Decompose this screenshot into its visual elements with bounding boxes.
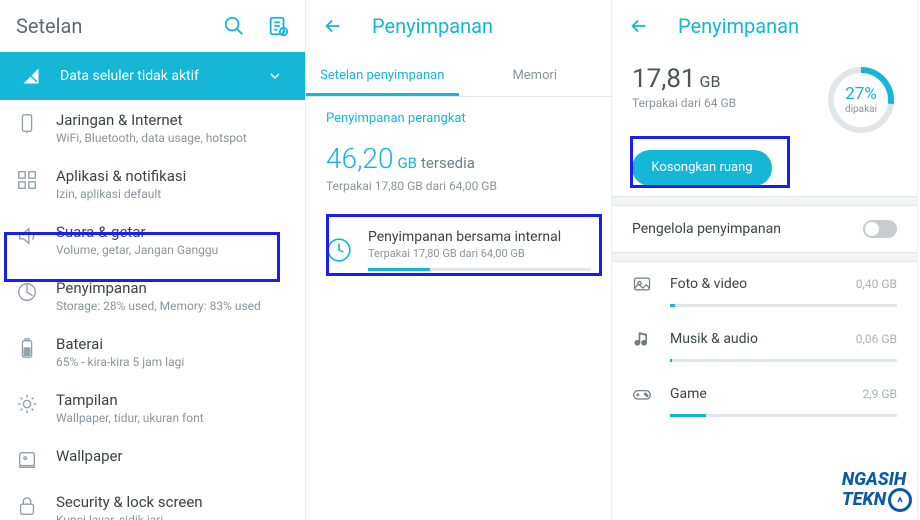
network-icon: [16, 113, 38, 135]
item-sound[interactable]: Suara & getarVolume, getar, Jangan Gangg…: [0, 212, 305, 268]
cat-music[interactable]: Musik & audio 0,06 GB: [612, 317, 917, 351]
music-icon: [632, 329, 652, 349]
section-device-storage: Penyimpanan perangkat: [306, 97, 611, 134]
tab-memory[interactable]: Memori: [459, 58, 612, 96]
page-title: Penyimpanan: [372, 14, 595, 38]
tabs: Setelan penyimpanan Memori: [306, 52, 611, 97]
ring-label: dipakai: [825, 104, 897, 115]
divider: [612, 252, 917, 262]
divider: [612, 196, 917, 206]
cat-game[interactable]: Game 2,9 GB: [612, 372, 917, 406]
storage-summary: 17,81 GB Terpakai dari 64 GB 27% dipakai: [612, 52, 917, 140]
cat-photo[interactable]: Foto & video 0,40 GB: [612, 262, 917, 296]
item-wallpaper[interactable]: Wallpaper: [0, 436, 305, 482]
free-subtitle: Terpakai 17,80 GB dari 64,00 GB: [326, 179, 591, 193]
storage-manager-row[interactable]: Pengelola penyimpanan: [612, 206, 917, 252]
data-banner[interactable]: Data seluler tidak aktif: [0, 52, 305, 100]
internal-sub: Terpakai 17,80 GB dari 64,00 GB: [368, 247, 591, 260]
header: Penyimpanan: [306, 0, 611, 52]
header-actions: [223, 15, 289, 37]
used-number: 17,81: [632, 64, 696, 94]
banner-text: Data seluler tidak aktif: [60, 68, 267, 84]
storage-detail-panel: Penyimpanan 17,81 GB Terpakai dari 64 GB…: [612, 0, 918, 520]
settings-panel: Setelan Data seluler tidak aktif Jaringa…: [0, 0, 306, 520]
item-battery[interactable]: Baterai65% - kira-kira 5 jam lagi: [0, 324, 305, 380]
cat-game-bar: [670, 414, 897, 417]
cat-photo-bar: [670, 304, 897, 307]
checklist-icon[interactable]: [267, 15, 289, 37]
item-display[interactable]: TampilanWallpaper, tidur, ukuran font: [0, 380, 305, 436]
photo-icon: [632, 274, 652, 294]
page-title: Penyimpanan: [678, 14, 901, 38]
storage-panel: Penyimpanan Setelan penyimpanan Memori P…: [306, 0, 612, 520]
storage-icon: [16, 281, 38, 303]
internal-title: Penyimpanan bersama internal: [368, 229, 591, 245]
lock-icon: [16, 495, 38, 517]
wallpaper-icon: [16, 449, 38, 471]
item-network[interactable]: Jaringan & InternetWiFi, Bluetooth, data…: [0, 100, 305, 156]
tab-storage-settings[interactable]: Setelan penyimpanan: [306, 58, 459, 96]
used-sub: Terpakai dari 64 GB: [632, 96, 825, 110]
item-security[interactable]: Security & lock screenKunci layar, sidik…: [0, 482, 305, 520]
storage-progress: [368, 268, 591, 271]
back-icon[interactable]: [628, 15, 650, 37]
sound-icon: [16, 225, 38, 247]
usage-ring: 27% dipakai: [825, 64, 897, 136]
free-number: 46,20: [326, 142, 394, 175]
clock-icon: [326, 237, 352, 263]
internal-storage-row[interactable]: Penyimpanan bersama internal Terpakai 17…: [306, 219, 611, 281]
header: Setelan: [0, 0, 305, 52]
item-storage[interactable]: PenyimpananStorage: 28% used, Memory: 83…: [0, 268, 305, 324]
header: Penyimpanan: [612, 0, 917, 52]
storage-available: 46,20 GB tersedia Terpakai 17,80 GB dari…: [306, 134, 611, 199]
page-title: Setelan: [16, 14, 223, 38]
search-icon[interactable]: [223, 15, 245, 37]
apps-icon: [16, 169, 38, 191]
battery-icon: [16, 337, 38, 359]
storage-manager-label: Pengelola penyimpanan: [632, 221, 781, 237]
storage-manager-toggle[interactable]: [863, 220, 897, 238]
chevron-down-icon: [267, 68, 283, 84]
signal-off-icon: [22, 67, 40, 85]
cat-music-bar: [670, 359, 897, 362]
back-icon[interactable]: [322, 15, 344, 37]
game-icon: [632, 384, 652, 404]
settings-list: Jaringan & InternetWiFi, Bluetooth, data…: [0, 100, 305, 520]
item-apps[interactable]: Aplikasi & notifikasiIzin, aplikasi defa…: [0, 156, 305, 212]
ring-percent: 27%: [825, 84, 897, 104]
free-space-button[interactable]: Kosongkan ruang: [632, 150, 772, 186]
display-icon: [16, 393, 38, 415]
